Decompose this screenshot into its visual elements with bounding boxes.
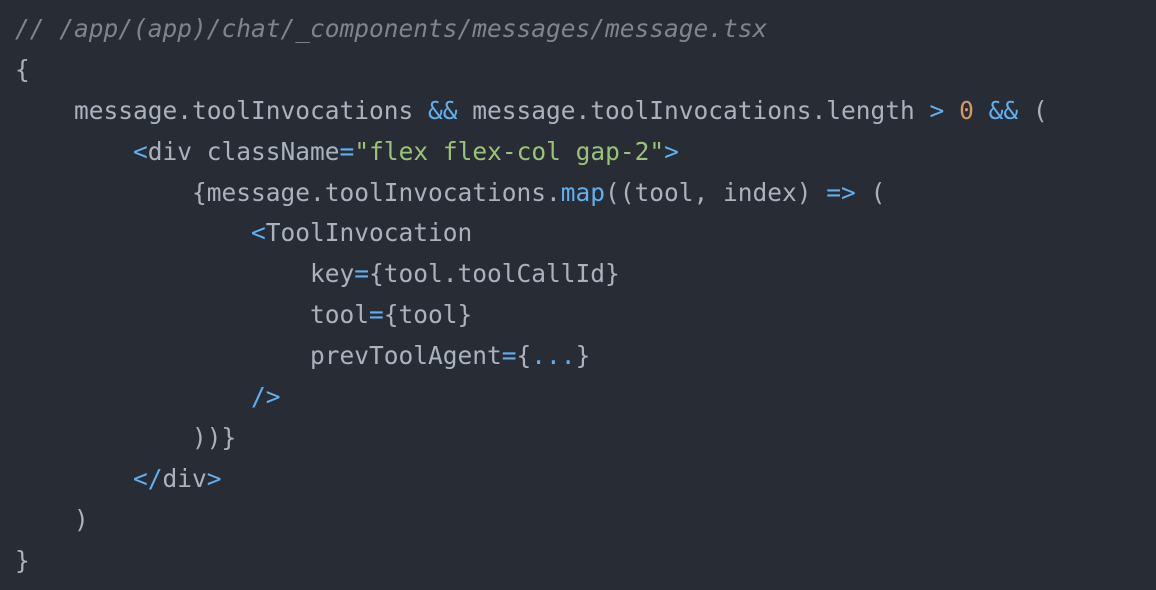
code-token-op: < bbox=[251, 218, 266, 248]
code-token-op: = bbox=[501, 341, 517, 371]
code-token-plain: ) bbox=[15, 504, 89, 534]
code-token-plain: key bbox=[15, 259, 355, 289]
code-token-plain: prevToolAgent bbox=[15, 341, 502, 371]
code-line: <div className="flex flex-col gap-2"> bbox=[15, 132, 1048, 173]
code-token-op: && bbox=[988, 95, 1019, 125]
code-line: ))} bbox=[15, 418, 1048, 459]
code-token-plain: ( bbox=[1018, 95, 1048, 125]
code-token-plain: div bbox=[162, 463, 207, 493]
code-line: <ToolInvocation bbox=[15, 213, 1048, 254]
code-token-op: = bbox=[354, 259, 370, 289]
code-token-num: 0 bbox=[959, 95, 974, 125]
code-token-comment: // /app/(app)/chat/_components/messages/… bbox=[15, 14, 768, 43]
code-line: key={tool.toolCallId} bbox=[15, 254, 1048, 295]
code-token-plain: message.toolInvocations bbox=[15, 95, 429, 125]
code-token-op: < bbox=[133, 136, 148, 166]
code-line: </div> bbox=[15, 459, 1048, 500]
code-token-plain: { bbox=[15, 54, 30, 84]
code-editor[interactable]: // /app/(app)/chat/_components/messages/… bbox=[15, 9, 1048, 581]
code-token-op: > bbox=[929, 95, 945, 125]
code-token-plain: {message.toolInvocations. bbox=[15, 177, 561, 207]
code-line: tool={tool} bbox=[15, 295, 1048, 336]
code-token-plain: ToolInvocation bbox=[265, 218, 473, 248]
code-line: {message.toolInvocations.map((tool, inde… bbox=[15, 173, 1048, 214]
code-token-op: => bbox=[826, 177, 856, 207]
code-token-op: </ bbox=[133, 463, 163, 493]
code-token-plain: } bbox=[15, 545, 30, 575]
code-line: ) bbox=[15, 500, 1048, 541]
code-token-plain: ( bbox=[855, 177, 886, 207]
code-token-plain: ))} bbox=[15, 422, 237, 452]
code-token-plain: } bbox=[575, 341, 591, 371]
code-token-plain: div className bbox=[147, 136, 340, 166]
code-token-op: > bbox=[664, 136, 679, 166]
code-line: prevToolAgent={...} bbox=[15, 336, 1048, 377]
code-token-plain: tool bbox=[15, 300, 370, 330]
code-line: /> bbox=[15, 377, 1048, 418]
code-token-plain: ((tool, index) bbox=[605, 177, 827, 207]
code-token-plain: {tool} bbox=[383, 300, 473, 330]
code-token-op: && bbox=[428, 95, 458, 125]
code-token-plain: message.toolInvocations.length bbox=[457, 95, 930, 125]
code-line: message.toolInvocations && message.toolI… bbox=[15, 91, 1048, 132]
code-token-op: ... bbox=[531, 341, 576, 371]
code-token-op: = bbox=[339, 136, 355, 166]
code-token-op: = bbox=[369, 300, 384, 330]
code-token-str: "flex flex-col gap-2" bbox=[354, 136, 665, 166]
code-token-fn: map bbox=[560, 177, 606, 207]
file-path-comment: // /app/(app)/chat/_components/messages/… bbox=[15, 9, 1048, 50]
code-line: } bbox=[15, 541, 1048, 582]
code-token-plain: {tool.toolCallId} bbox=[369, 259, 620, 289]
code-token-op: /> bbox=[251, 382, 281, 412]
code-line: { bbox=[15, 50, 1048, 91]
code-token-op: > bbox=[206, 463, 222, 493]
code-token-plain: { bbox=[516, 341, 532, 371]
